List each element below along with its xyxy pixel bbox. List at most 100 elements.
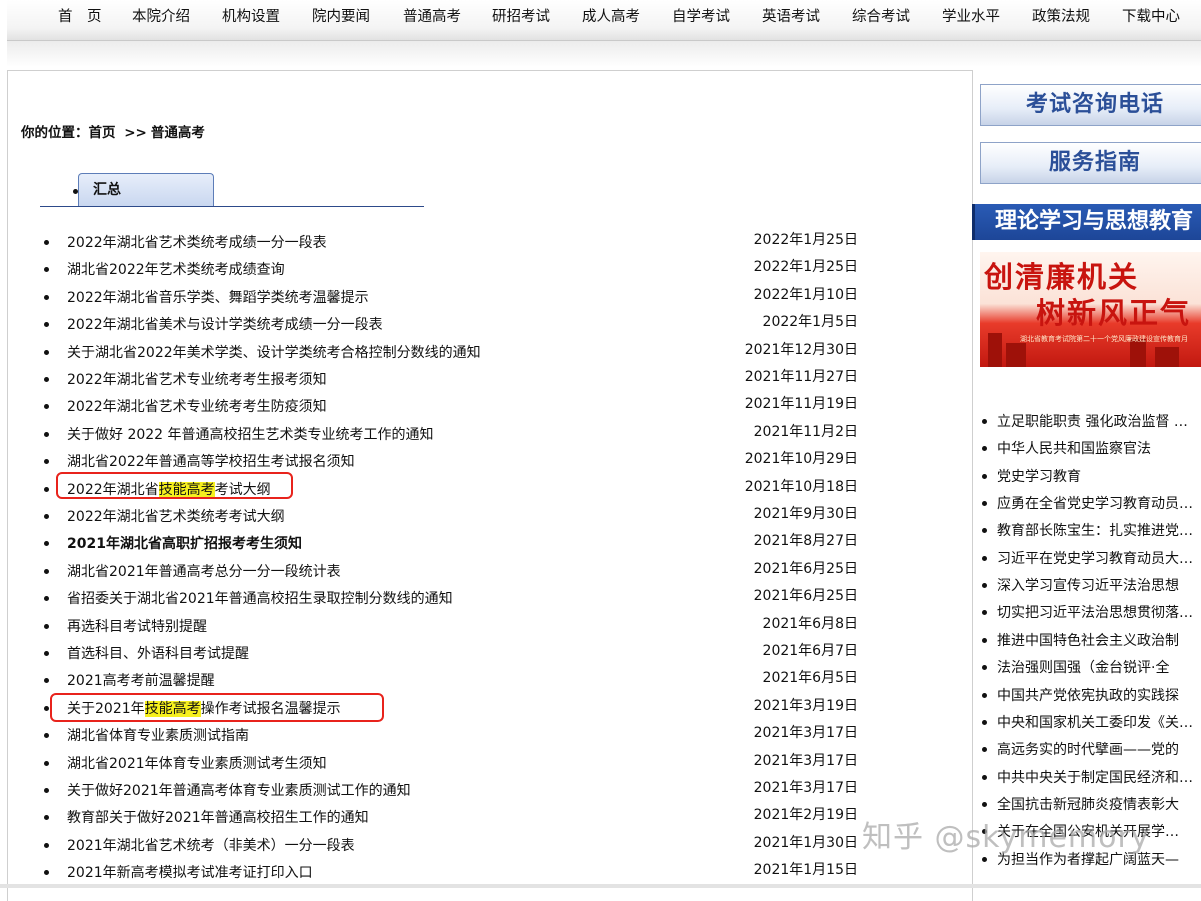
list-bullet — [44, 267, 49, 273]
article-title-link[interactable]: 2022年湖北省艺术类统考成绩一分一段表 — [67, 232, 327, 252]
article-title-link[interactable]: 湖北省2021年普通高考总分一分一段统计表 — [67, 561, 341, 581]
article-title-link[interactable]: 教育部关于做好2021年普通高校招生工作的通知 — [67, 807, 369, 827]
article-title-link[interactable]: 2022年湖北省美术与设计学类统考成绩一分一段表 — [67, 314, 383, 334]
article-title-link[interactable]: 省招委关于湖北省2021年普通高校招生录取控制分数线的通知 — [67, 588, 453, 608]
list-bullet — [44, 842, 49, 848]
article-date: 2021年12月30日 — [744, 341, 858, 358]
list-bullet — [44, 651, 49, 656]
sidebar-item-link[interactable]: 中共中央关于制定国民经济和… — [997, 767, 1193, 787]
article-row: 关于做好2021年普通高考体育专业素质测试工作的通知 2021年3月17日 — [44, 776, 874, 802]
article-date: 2021年11月2日 — [753, 423, 858, 440]
list-bullet — [44, 404, 49, 410]
article-title-link[interactable]: 关于做好2021年普通高考体育专业素质测试工作的通知 — [67, 780, 411, 800]
nav-item[interactable]: 学业水平 — [942, 5, 1000, 26]
nav-item[interactable]: 政策法规 — [1032, 5, 1090, 26]
article-title-link[interactable]: 湖北省2022年艺术类统考成绩查询 — [67, 259, 285, 279]
nav-item[interactable]: 下载中心 — [1122, 5, 1180, 26]
nav-item[interactable]: 研招考试 — [492, 5, 550, 26]
list-bullet — [982, 774, 987, 780]
nav-shadow — [7, 41, 1201, 67]
breadcrumb-label: 你的位置： — [21, 125, 89, 141]
article-title-link[interactable]: 2021高考考前温馨提醒 — [67, 670, 215, 690]
article-title-link[interactable]: 首选科目、外语科目考试提醒 — [67, 643, 249, 663]
nav-item[interactable]: 机构设置 — [222, 5, 280, 26]
article-title-link[interactable]: 再选科目考试特别提醒 — [67, 616, 207, 636]
article-row: 2022年湖北省艺术专业统考考生报考须知 2021年11月27日 — [44, 365, 874, 391]
article-title-link[interactable]: 2022年湖北省艺术专业统考考生报考须知 — [67, 369, 327, 389]
article-title-link[interactable]: 2022年湖北省艺术专业统考考生防疫须知 — [67, 396, 327, 416]
sidebar-item-link[interactable]: 切实把习近平法治思想贯彻落… — [997, 602, 1193, 622]
sidebar-list-item: 中央和国家机关工委印发《关… — [980, 709, 1201, 735]
list-bullet — [982, 637, 987, 643]
article-date: 2021年11月19日 — [744, 396, 858, 413]
article-title-link[interactable]: 2021年湖北省高职扩招报考考生须知 — [67, 533, 302, 553]
nav-item[interactable]: 普通高考 — [403, 5, 461, 26]
theory-education-header[interactable]: 理论学习与思想教育 — [972, 204, 1201, 240]
sidebar-item-link[interactable]: 高远务实的时代擘画——党的 — [997, 739, 1179, 759]
sidebar-item-link[interactable]: 应勇在全省党史学习教育动员… — [997, 493, 1193, 513]
article-title-link[interactable]: 湖北省2021年体育专业素质测试考生须知 — [67, 753, 327, 773]
sidebar-item-link[interactable]: 立足职能职责 强化政治监督 … — [997, 411, 1188, 431]
list-bullet — [982, 419, 987, 424]
article-date: 2021年1月30日 — [753, 834, 858, 851]
list-bullet — [982, 583, 987, 589]
article-date: 2021年6月25日 — [753, 588, 858, 605]
article-row: 2022年湖北省艺术类统考考试大纲 2021年9月30日 — [44, 502, 874, 528]
article-title-link[interactable]: 2022年湖北省音乐学类、舞蹈学类统考温馨提示 — [67, 287, 369, 307]
breadcrumb-current[interactable]: 普通高考 — [151, 125, 205, 141]
article-title-link[interactable]: 2021年湖北省艺术统考（非美术）一分一段表 — [67, 835, 355, 855]
article-date: 2021年8月27日 — [753, 533, 858, 550]
sidebar-item-link[interactable]: 全国抗击新冠肺炎疫情表彰大 — [997, 794, 1179, 814]
nav-item[interactable]: 成人高考 — [582, 5, 640, 26]
article-title-link[interactable]: 湖北省体育专业素质测试指南 — [67, 725, 249, 745]
breadcrumb-home-link[interactable]: 首页 — [89, 125, 116, 141]
article-title-link[interactable]: 关于湖北省2022年美术学类、设计学类统考合格控制分数线的通知 — [67, 342, 481, 362]
list-bullet — [44, 870, 49, 876]
sidebar-item-link[interactable]: 党史学习教育 — [997, 466, 1081, 486]
list-bullet — [44, 596, 49, 602]
service-guide-button[interactable]: 服务指南 — [980, 142, 1201, 184]
sidebar-item-link[interactable]: 法治强则国强（金台锐评·全 — [997, 657, 1169, 677]
sidebar-item-link[interactable]: 推进中国特色社会主义政治制 — [997, 630, 1179, 650]
article-row: 再选科目考试特别提醒 2021年6月8日 — [44, 612, 874, 638]
nav-item[interactable]: 英语考试 — [762, 5, 820, 26]
article-date: 2021年6月25日 — [753, 560, 858, 577]
sidebar-list-item: 习近平在党史学习教育动员大… — [980, 545, 1201, 571]
nav-item[interactable]: 综合考试 — [852, 5, 910, 26]
sidebar-item-link[interactable]: 深入学习宣传习近平法治思想 — [997, 575, 1179, 595]
highlight-annotation-box — [56, 472, 293, 499]
article-row: 湖北省体育专业素质测试指南 2021年3月17日 — [44, 721, 874, 747]
article-title-link[interactable]: 湖北省2022年普通高等学校招生考试报名须知 — [67, 451, 355, 471]
list-bullet — [44, 678, 49, 684]
article-title-link[interactable]: 关于做好 2022 年普通高校招生艺术类专业统考工作的通知 — [67, 424, 434, 444]
list-bullet — [982, 665, 987, 671]
sidebar-item-link[interactable]: 中华人民共和国监察官法 — [997, 438, 1151, 458]
tab-summary[interactable]: 汇总 — [78, 173, 214, 206]
nav-item[interactable]: 首 页 — [58, 5, 102, 26]
nav-item[interactable]: 本院介绍 — [132, 5, 190, 26]
sidebar-list-item: 切实把习近平法治思想贯彻落… — [980, 599, 1201, 625]
zhihu-watermark: 知乎 @skymemory — [862, 820, 1150, 855]
nav-item[interactable]: 自学考试 — [672, 5, 730, 26]
article-date: 2021年3月17日 — [753, 780, 858, 796]
sidebar-list-item: 中共中央关于制定国民经济和… — [980, 764, 1201, 790]
article-title-link[interactable]: 2021年新高考模拟考试准考证打印入口 — [67, 862, 313, 882]
sidebar-item-link[interactable]: 习近平在党史学习教育动员大… — [997, 548, 1193, 568]
list-bullet — [982, 528, 987, 534]
integrity-banner-image[interactable]: 创清廉机关 树新风正气 湖北省教育考试院第二十一个党风廉政建设宣传教育月 — [980, 252, 1201, 367]
nav-item[interactable]: 院内要闻 — [312, 5, 370, 26]
sidebar-item-link[interactable]: 教育部长陈宝生：扎实推进党… — [997, 520, 1193, 540]
sidebar-item-link[interactable]: 中央和国家机关工委印发《关… — [997, 712, 1193, 732]
breadcrumb: 你的位置：首页 >> 普通高考 — [21, 121, 205, 141]
article-date: 2022年1月25日 — [753, 259, 858, 276]
article-row: 2021年湖北省高职扩招报考考生须知 2021年8月27日 — [44, 529, 874, 555]
sidebar-list-item: 立足职能职责 强化政治监督 … — [980, 408, 1201, 434]
sidebar-list-item: 党史学习教育 — [980, 463, 1201, 489]
sidebar-item-link[interactable]: 中国共产党依宪执政的实践探 — [997, 685, 1179, 705]
exam-consult-phone-button[interactable]: 考试咨询电话 — [980, 84, 1201, 126]
article-date: 2021年10月29日 — [744, 451, 858, 468]
sidebar-list-item: 中华人民共和国监察官法 — [980, 435, 1201, 461]
list-bullet — [44, 815, 49, 821]
article-title-link[interactable]: 2022年湖北省艺术类统考考试大纲 — [67, 506, 285, 526]
article-date: 2021年3月17日 — [753, 725, 858, 742]
